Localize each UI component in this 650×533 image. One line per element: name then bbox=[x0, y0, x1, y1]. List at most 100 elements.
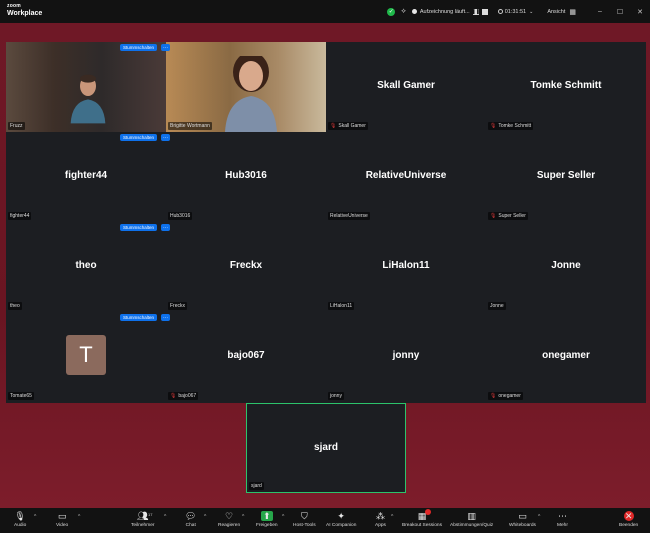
gallery-grid: Fruzz Stummschalten ··· Brigitte Wortmann Sk… bbox=[6, 42, 646, 403]
participant-tile[interactable]: fighter44 fighter44 Stummschalten ··· bbox=[6, 132, 170, 222]
participant-tile[interactable]: Hub3016 Hub3016 bbox=[166, 132, 326, 222]
host-tools-button[interactable]: ⛉ Host-Tools bbox=[293, 511, 316, 528]
participant-tile[interactable]: LiHalon11 LiHalon11 bbox=[326, 222, 486, 312]
video-options-chevron-icon[interactable]: ^ bbox=[78, 514, 80, 520]
participant-tile[interactable]: theo theo Stummschalten ··· bbox=[6, 222, 170, 312]
stop-recording-icon[interactable] bbox=[481, 8, 488, 15]
bar-chart-icon: ▥ bbox=[467, 511, 476, 521]
participant-label-text: jonny bbox=[330, 393, 342, 399]
chat-label: Chat bbox=[185, 523, 196, 528]
participant-name: Skall Gamer bbox=[377, 80, 435, 91]
participant-tile[interactable]: bajo067 🎙︎ bajo067 bbox=[166, 312, 326, 402]
whiteboards-button[interactable]: ▭ Whiteboards bbox=[509, 511, 536, 528]
chat-options-chevron-icon[interactable]: ^ bbox=[204, 514, 206, 520]
recording-dot-icon bbox=[411, 9, 417, 14]
shield-icon: ⛉ bbox=[300, 511, 308, 521]
apps-options-chevron-icon[interactable]: ^ bbox=[391, 514, 393, 520]
apps-icon: ⁂ bbox=[375, 511, 385, 521]
self-view-label: sjard bbox=[249, 482, 264, 490]
pause-recording-icon[interactable]: ❚❚ bbox=[472, 8, 480, 15]
timer-chevron-icon[interactable]: ⌄ bbox=[529, 9, 533, 15]
participant-tile[interactable]: jonny jonny bbox=[326, 312, 486, 402]
participant-label: Tomate65 bbox=[8, 392, 34, 400]
participant-tile[interactable]: Fruzz Stummschalten ··· bbox=[6, 42, 170, 132]
polls-label: Abstimmungen/Quiz bbox=[450, 523, 494, 528]
chat-button[interactable]: 💬︎ Chat bbox=[185, 511, 196, 528]
participant-name: onegamer bbox=[542, 350, 590, 361]
participant-label-text: bajo067 bbox=[178, 393, 197, 399]
meeting-info-icon[interactable]: ⟡ bbox=[401, 8, 406, 16]
apps-button[interactable]: ⁂ Apps bbox=[375, 511, 386, 528]
heart-icon: ♡ bbox=[225, 511, 234, 521]
host-tools-label: Host-Tools bbox=[293, 523, 316, 528]
participant-more-button[interactable]: ··· bbox=[161, 134, 170, 141]
person-silhouette-icon bbox=[225, 56, 277, 132]
participants-options-chevron-icon[interactable]: ^ bbox=[164, 514, 166, 520]
person-silhouette-icon bbox=[70, 74, 106, 124]
close-icon[interactable]: ✕ bbox=[630, 8, 650, 16]
encryption-shield-icon[interactable]: ✓ bbox=[387, 7, 396, 16]
participant-tile[interactable]: Freckx Freckx bbox=[166, 222, 326, 312]
audio-button[interactable]: 🎙︎ Audio bbox=[14, 511, 26, 528]
participant-label-text: Tomate65 bbox=[10, 393, 32, 399]
participant-tile[interactable]: Tomke Schmitt 🎙︎ Tomke Schmitt bbox=[486, 42, 646, 132]
whiteboards-label: Whiteboards bbox=[509, 523, 536, 528]
more-dots-icon: ⋯ bbox=[557, 511, 567, 521]
video-button[interactable]: ▭ Video bbox=[56, 511, 68, 528]
mute-participant-button[interactable]: Stummschalten bbox=[120, 44, 158, 51]
meeting-timer: 01:31:51 ⌄ bbox=[497, 9, 533, 15]
participant-label: theo bbox=[8, 302, 22, 310]
react-button[interactable]: ♡ Reagieren bbox=[218, 511, 240, 528]
participant-label-text: fighter44 bbox=[10, 213, 30, 219]
meeting-toolbar: 🎙︎ Audio ^ ▭ Video ^ 👥︎ 17 Teilnehmer ^ 💬… bbox=[0, 508, 650, 533]
participant-tile[interactable]: Skall Gamer 🎙︎ Skall Gamer bbox=[326, 42, 486, 132]
minimize-icon[interactable]: – bbox=[590, 8, 610, 15]
share-button[interactable]: ⬆ Freigeben bbox=[256, 511, 278, 528]
participant-tile[interactable]: RelativeUniverse RelativeUniverse bbox=[326, 132, 486, 222]
participant-label: 🎙︎ Super Seller bbox=[488, 212, 528, 220]
participant-label-text: LiHalon11 bbox=[330, 303, 353, 309]
maximize-icon[interactable]: ☐ bbox=[610, 8, 630, 16]
title-bar: zoom Workplace ✓ ⟡ Aufzeichnung läuft...… bbox=[0, 0, 650, 23]
participant-name: Tomke Schmitt bbox=[530, 80, 602, 91]
participants-button[interactable]: 👥︎ 17 Teilnehmer bbox=[131, 511, 154, 528]
participant-video bbox=[166, 42, 326, 132]
muted-mic-icon: 🎙︎ bbox=[490, 123, 497, 129]
polls-button[interactable]: ▥ Abstimmungen/Quiz bbox=[450, 511, 493, 528]
end-label: Beenden bbox=[619, 523, 639, 528]
participant-tile[interactable]: T Tomate65 Stummschalten ··· bbox=[6, 312, 170, 402]
share-options-chevron-icon[interactable]: ^ bbox=[282, 514, 284, 520]
participant-more-button[interactable]: ··· bbox=[161, 224, 170, 231]
more-button[interactable]: ⋯ Mehr bbox=[557, 511, 568, 528]
whiteboards-options-chevron-icon[interactable]: ^ bbox=[538, 514, 540, 520]
self-view-tile[interactable]: sjard sjard bbox=[246, 403, 406, 493]
participant-label: Freckx bbox=[168, 302, 187, 310]
participant-tile[interactable]: Brigitte Wortmann bbox=[166, 42, 326, 132]
mute-participant-button[interactable]: Stummschalten bbox=[120, 224, 158, 231]
ai-companion-button[interactable]: ✦ AI Companion bbox=[326, 511, 356, 528]
participants-label: Teilnehmer bbox=[131, 523, 155, 528]
breakout-sessions-button[interactable]: ▦ Breakout Sessions bbox=[402, 509, 442, 528]
participant-label: 🎙︎ onegamer bbox=[488, 392, 523, 400]
participant-tile[interactable]: Jonne Jonne bbox=[486, 222, 646, 312]
audio-options-chevron-icon[interactable]: ^ bbox=[34, 514, 36, 520]
logo-line1: zoom bbox=[7, 3, 21, 9]
zoom-logo: zoom Workplace bbox=[7, 3, 42, 18]
participant-more-button[interactable]: ··· bbox=[161, 314, 170, 321]
participant-avatar: T bbox=[66, 335, 106, 375]
view-button[interactable]: Ansicht ▦ bbox=[547, 8, 576, 16]
camera-icon: ▭ bbox=[57, 511, 67, 521]
participant-tile[interactable]: onegamer 🎙︎ onegamer bbox=[486, 312, 646, 402]
mute-participant-button[interactable]: Stummschalten bbox=[120, 134, 158, 141]
react-options-chevron-icon[interactable]: ^ bbox=[242, 514, 244, 520]
mute-participant-button[interactable]: Stummschalten bbox=[120, 314, 158, 321]
participant-name: fighter44 bbox=[64, 170, 108, 181]
participant-label-text: RelativeUniverse bbox=[330, 213, 368, 219]
end-button[interactable]: ✕ Beenden bbox=[619, 511, 638, 528]
whiteboard-icon: ▭ bbox=[518, 511, 527, 521]
participant-tile[interactable]: Super Seller 🎙︎ Super Seller bbox=[486, 132, 646, 222]
participant-more-button[interactable]: ··· bbox=[161, 44, 170, 51]
participant-name: Jonne bbox=[551, 260, 581, 271]
participants-icon: 👥︎ 17 bbox=[137, 511, 153, 521]
participant-label: 🎙︎ bajo067 bbox=[168, 392, 199, 400]
